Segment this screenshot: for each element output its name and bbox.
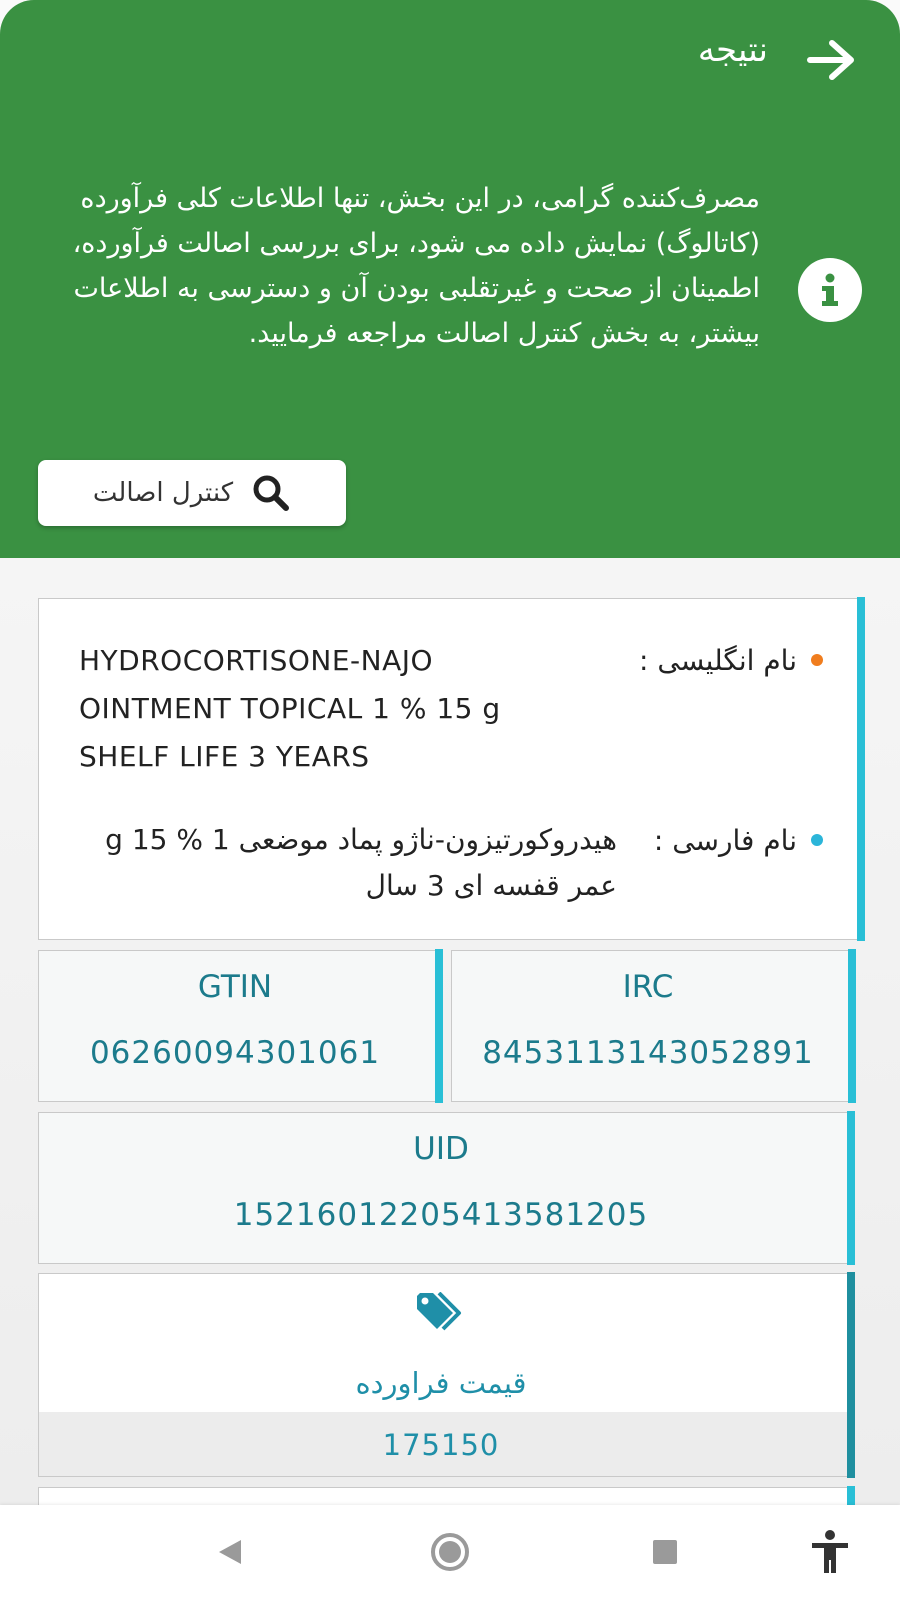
gtin-label: GTIN xyxy=(197,969,273,1005)
square-recents-icon xyxy=(653,1540,677,1564)
nav-home-button[interactable] xyxy=(425,1527,475,1577)
price-card: قیمت فراورده 175150 xyxy=(38,1272,855,1478)
orange-dot xyxy=(811,654,823,666)
english-name-line: OINTMENT TOPICAL 1 % 15 g xyxy=(79,692,501,725)
back-button[interactable] xyxy=(802,34,862,86)
english-name-line: SHELF LIFE 3 YEARS xyxy=(79,740,370,773)
screen: نتیجه مصرف‌کننده گرامی، در این بخش، تنها… xyxy=(0,0,900,1599)
english-name-value: HYDROCORTISONE-NAJO OINTMENT TOPICAL 1 %… xyxy=(79,637,617,781)
price-label: قیمت فراورده xyxy=(355,1366,527,1400)
accessibility-button[interactable] xyxy=(805,1527,855,1577)
triangle-back-icon xyxy=(219,1540,241,1564)
gtin-value: 06260094301061 xyxy=(89,1035,381,1071)
gtin-card: GTIN 06260094301061 xyxy=(38,949,443,1103)
persian-name-label: نام فارسی : xyxy=(653,824,797,857)
uid-card: UID 15216012205413581205 xyxy=(38,1111,855,1265)
english-name-label: نام انگلیسی : xyxy=(639,644,797,677)
accessibility-icon xyxy=(812,1530,848,1573)
irc-value: 8453113143052891 xyxy=(482,1035,814,1071)
authenticity-check-button[interactable]: کنترل اصالت xyxy=(38,460,346,526)
uid-label: UID xyxy=(413,1131,469,1167)
info-message: مصرف‌کننده گرامی، در این بخش، تنها اطلاع… xyxy=(72,183,760,349)
persian-name-row: نام فارسی : هیدروکورتیزون-ناژو پماد موضع… xyxy=(79,817,823,909)
nav-recents-button[interactable] xyxy=(640,1527,690,1577)
english-name-line: HYDROCORTISONE-NAJO xyxy=(79,644,434,677)
nav-back-button[interactable] xyxy=(205,1527,255,1577)
result-header: نتیجه مصرف‌کننده گرامی، در این بخش، تنها… xyxy=(0,0,900,558)
tags-icon xyxy=(39,1292,843,1338)
english-name-row: نام انگلیسی : HYDROCORTISONE-NAJO OINTME… xyxy=(79,637,823,781)
product-names-card: نام انگلیسی : HYDROCORTISONE-NAJO OINTME… xyxy=(38,597,865,941)
blue-dot xyxy=(811,834,823,846)
arrow-right-icon xyxy=(807,40,854,80)
persian-name-value: هیدروکورتیزون-ناژو پماد موضعی 1 % 15 g ع… xyxy=(105,823,617,902)
circle-home-icon xyxy=(431,1533,469,1571)
authenticity-check-label: کنترل اصالت xyxy=(92,478,234,508)
info-icon xyxy=(798,258,862,322)
irc-card: IRC 8453113143052891 xyxy=(451,949,856,1103)
search-icon xyxy=(253,475,290,511)
irc-label: IRC xyxy=(622,969,674,1005)
price-value: 175150 xyxy=(382,1428,500,1462)
uid-value: 15216012205413581205 xyxy=(233,1197,649,1233)
page-title: نتیجه xyxy=(697,30,768,70)
system-nav-bar xyxy=(0,1505,900,1599)
